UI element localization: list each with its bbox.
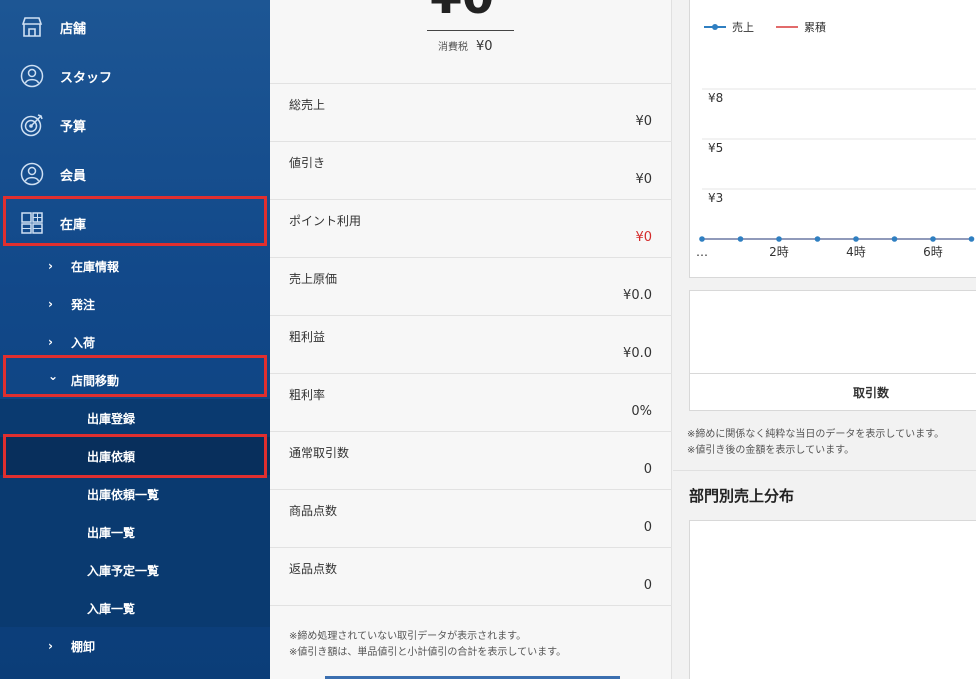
sidebar-item-receipt-schedule-list[interactable]: 入庫予定一覧 [0,551,270,589]
member-icon [20,162,44,186]
data-point-sales [814,236,821,242]
sidebar-item-label: 出庫依頼一覧 [87,488,160,502]
y-tick-label: ¥5 [708,141,723,155]
sidebar-item-label: 在庫情報 [71,259,120,274]
sidebar-item-label: 予算 [60,119,87,135]
sidebar-item-shipment-request-list[interactable]: 出庫依頼一覧 [0,475,270,513]
summary-row-label: 総売上 [289,98,326,112]
summary-row: 通常取引数 0 [270,432,672,490]
summary-row: 商品点数 0 [270,490,672,548]
data-point-sales [776,236,782,242]
summary-row: 粗利益 ¥0.0 [270,316,672,374]
sidebar-item-label: 発注 [71,297,96,312]
sidebar-item-label: 会員 [60,168,87,184]
chevron-right-icon: › [48,639,53,653]
sidebar-item-label: 出庫一覧 [87,526,136,540]
data-point-sales [891,236,898,242]
chevron-right-icon: › [48,297,53,311]
summary-row-label: 通常取引数 [289,446,350,460]
data-point-sales [737,236,744,242]
summary-row-label: 返品点数 [289,562,338,576]
summary-row-label: 粗利益 [289,330,326,344]
total-sales-value: ¥0 [430,0,494,24]
sidebar-item-member[interactable]: 会員 [0,150,270,198]
summary-row-value: 0 [643,462,652,477]
sidebar-item-budget[interactable]: 予算 [0,101,270,149]
summary-row-value: ¥0 [635,230,652,245]
sidebar-item-stocktake[interactable]: › 棚卸 [0,627,270,665]
right-note: ※締めに関係なく純粋な当日のデータを表示しています。 [687,429,945,440]
y-tick-label: ¥8 [708,91,723,105]
right-panel: 売上 累積 ¥8 ¥5 ¥3… 2時 4時 6時 取引数 ※締めに関係なく純粋な当日のデー… [673,0,976,679]
summary-row-label: ポイント利用 [289,214,362,228]
sidebar-item-label: 棚卸 [71,639,96,654]
sidebar-item-order[interactable]: › 発注 [0,285,270,323]
x-tick-label: 6時 [923,245,943,259]
target-icon [20,114,43,137]
dept-sales-chart-card [689,520,976,679]
highlight-box [3,434,267,478]
tax-label: 消費税 [438,42,468,53]
x-tick-label: 2時 [769,245,789,259]
highlight-box [3,196,267,246]
summary-row-label: 売上原価 [289,272,338,286]
sidebar-item-label: 店舗 [60,21,87,37]
summary-row-value: 0 [643,578,652,593]
summary-note: ※締め処理されていない取引データが表示されます。 [289,631,527,642]
transaction-count-label: 取引数 [853,386,890,400]
sales-summary-panel: ¥0 消費税 ¥0 総売上 ¥0 値引き ¥0 ポイント利用 ¥0 売上原価 ¥0… [270,0,672,679]
divider [673,470,976,471]
dept-sales-title: 部門別売上分布 [689,487,795,505]
chevron-right-icon: › [48,335,53,349]
right-note: ※値引き後の金額を表示しています。 [687,445,855,456]
summary-row-label: 値引き [289,156,326,170]
sidebar-item-label: 入庫一覧 [87,602,136,616]
summary-row-value: 0% [631,404,652,419]
summary-row: 粗利率 0% [270,374,672,432]
sidebar-item-receipt-list[interactable]: 入庫一覧 [0,589,270,627]
summary-row-value: ¥0 [635,172,652,187]
sidebar-item-label: 出庫登録 [87,412,136,426]
store-icon [21,17,43,37]
x-tick-label: … [696,245,708,259]
summary-note: ※値引き額は、単品値引と小計値引の合計を表示しています。 [289,647,567,658]
divider [690,373,976,374]
summary-row-label: 粗利率 [289,388,326,402]
sidebar-item-shipment-list[interactable]: 出庫一覧 [0,513,270,551]
x-tick-label: 4時 [846,245,866,259]
sidebar-item-staff[interactable]: スタッフ [0,52,270,100]
summary-row-label: 商品点数 [289,504,338,518]
hourly-sales-chart-card: 売上 累積 ¥8 ¥5 ¥3… 2時 4時 6時 [689,0,976,278]
y-tick-label: ¥3 [708,191,723,205]
sidebar-item-stock-info[interactable]: › 在庫情報 [0,247,270,285]
sidebar-item-label: 入荷 [71,335,96,350]
data-point-sales [968,236,975,242]
sidebar-item-shipment-register[interactable]: 出庫登録 [0,399,270,437]
data-point-sales [699,236,705,242]
summary-row: 返品点数 0 [270,548,672,606]
summary-row-value: ¥0.0 [623,346,652,361]
summary-row-value: 0 [643,520,652,535]
summary-row: 売上原価 ¥0.0 [270,258,672,316]
sidebar: 店舗 スタッフ 予算 会員 在庫 › 在庫情報 › 発注 › 入荷 ⌄ 店間移動… [0,0,270,679]
chevron-right-icon: › [48,259,53,273]
tax-line: 消費税 ¥0 [438,38,493,54]
divider [427,30,514,31]
highlight-box [3,355,267,397]
sidebar-item-store[interactable]: 店舗 [0,3,270,51]
summary-row: 総売上 ¥0 [270,84,672,142]
hourly-sales-line-chart: ¥8 ¥5 ¥3 … 2時 4時 6時 [696,88,976,259]
data-point-sales [930,236,936,242]
data-point-sales [853,236,859,242]
summary-row: ポイント利用 ¥0 [270,200,672,258]
summary-row: 値引き ¥0 [270,142,672,200]
summary-row-value: ¥0 [635,114,652,129]
sidebar-item-label: 入庫予定一覧 [87,564,160,578]
summary-row-value: ¥0.0 [623,288,652,303]
tax-value: ¥0 [476,39,493,54]
staff-icon [20,64,44,88]
transaction-count-card: 取引数 [689,290,976,411]
sidebar-item-label: スタッフ [60,70,113,86]
